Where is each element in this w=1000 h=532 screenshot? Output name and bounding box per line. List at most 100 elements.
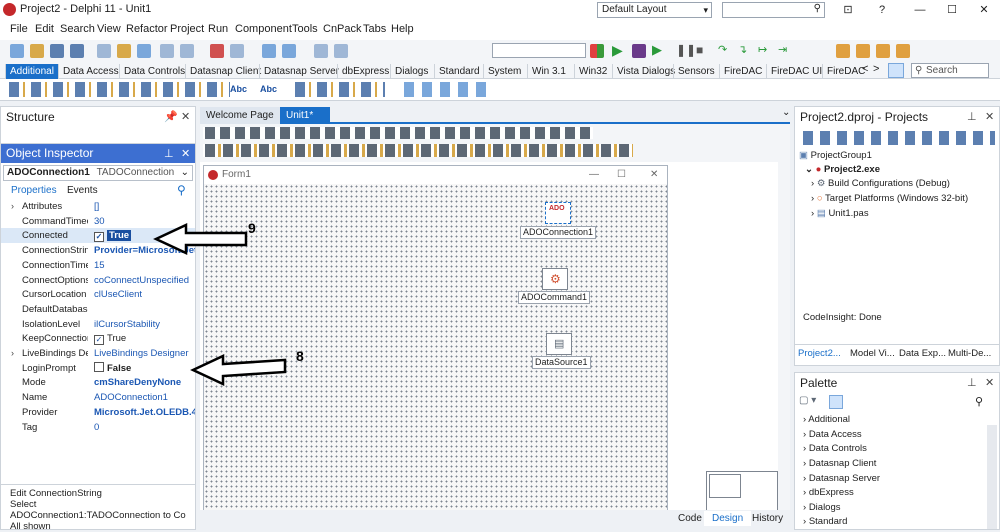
layout-dropdown[interactable]: Default Layout ▾ bbox=[597, 2, 712, 18]
tab-welcome-page[interactable]: Welcome Page bbox=[200, 107, 280, 124]
menu-file[interactable]: File bbox=[10, 23, 28, 35]
tab-design[interactable]: Design bbox=[704, 511, 752, 526]
tab-model-view[interactable]: Model Vi... bbox=[850, 348, 895, 359]
layout-toggle-icon[interactable]: ⊡ bbox=[836, 1, 860, 19]
tab-datasnap-client[interactable]: Datasnap Client bbox=[185, 64, 265, 79]
menu-project[interactable]: Project bbox=[170, 23, 204, 35]
property-row-provider[interactable]: Provider Microsoft.Jet.OLEDB.4.0 bbox=[1, 405, 195, 420]
palette-menu-icon[interactable]: ▢ ▾ bbox=[799, 395, 829, 409]
tab-projects[interactable]: Project2... bbox=[798, 348, 841, 359]
designer-tools[interactable] bbox=[203, 144, 633, 157]
close-icon[interactable]: ✕ bbox=[181, 145, 190, 164]
size-icon[interactable] bbox=[856, 44, 870, 58]
pointer-tool-icon[interactable] bbox=[829, 395, 843, 409]
close-icon[interactable]: ✕ bbox=[985, 376, 994, 389]
checkbox-unchecked-icon[interactable] bbox=[94, 361, 104, 372]
tab-firedac[interactable]: FireDAC bbox=[719, 64, 766, 79]
tab-data-access[interactable]: Data Access bbox=[58, 64, 123, 79]
view-form-icon[interactable] bbox=[282, 44, 296, 58]
new-form-icon[interactable] bbox=[97, 44, 111, 58]
palette-item-data-controls[interactable]: › Data Controls bbox=[803, 442, 867, 456]
more-component-icons[interactable] bbox=[400, 82, 490, 97]
tab-dbexpress[interactable]: dbExpress bbox=[337, 64, 393, 79]
tab-multi-device[interactable]: Multi-De... bbox=[948, 348, 991, 359]
tab-order-icon[interactable] bbox=[896, 44, 910, 58]
new-icon[interactable] bbox=[10, 44, 24, 58]
run-to-cursor-icon[interactable]: ↦ bbox=[758, 43, 767, 56]
title-search-input[interactable]: ⚲ bbox=[722, 2, 825, 18]
menu-run[interactable]: Run bbox=[208, 23, 228, 35]
help-icon[interactable]: ? bbox=[870, 1, 894, 19]
step-over-icon[interactable]: ↷ bbox=[718, 43, 727, 56]
tab-datasnap-server[interactable]: Datasnap Server bbox=[259, 64, 343, 79]
menu-view[interactable]: View bbox=[97, 23, 121, 35]
projects-toolbar[interactable] bbox=[800, 131, 995, 145]
chevron-left-icon[interactable]: < bbox=[862, 63, 868, 75]
label-component-icon[interactable]: Abc bbox=[230, 82, 260, 97]
save-project-icon[interactable] bbox=[137, 44, 151, 58]
chevron-down-icon[interactable]: ⌄ bbox=[782, 107, 790, 118]
minimize-button[interactable]: — bbox=[908, 1, 932, 19]
property-value[interactable]: Microsoft.Jet.OLEDB.4.0 bbox=[94, 405, 195, 420]
adoconnection1-component[interactable]: ADO bbox=[545, 202, 571, 224]
search-icon[interactable]: ⚲ bbox=[177, 183, 186, 197]
datasource1-label[interactable]: DataSource1 bbox=[532, 356, 591, 369]
close-icon[interactable]: ✕ bbox=[985, 110, 994, 123]
palette-item-standard[interactable]: › Standard bbox=[803, 515, 847, 529]
step-out-icon[interactable]: ⇥ bbox=[778, 43, 787, 56]
vertical-scrollbar[interactable] bbox=[778, 162, 790, 510]
palette-item-data-access[interactable]: › Data Access bbox=[803, 428, 862, 442]
palette-search-input[interactable]: Search bbox=[911, 63, 989, 78]
trace-icon[interactable] bbox=[334, 44, 348, 58]
search-icon[interactable]: ⚲ bbox=[975, 395, 983, 408]
tab-history[interactable]: History bbox=[752, 513, 783, 524]
undo-icon[interactable] bbox=[210, 44, 224, 58]
close-button[interactable]: ✕ bbox=[972, 1, 996, 19]
run-without-debug-icon[interactable] bbox=[632, 44, 646, 58]
tab-code[interactable]: Code bbox=[678, 513, 702, 524]
palette-scrollbar[interactable] bbox=[987, 425, 997, 529]
property-value[interactable]: [] bbox=[94, 199, 195, 214]
open-icon[interactable] bbox=[30, 44, 44, 58]
menu-help[interactable]: Help bbox=[391, 23, 414, 35]
scale-icon[interactable] bbox=[876, 44, 890, 58]
pause-icon[interactable]: ❚❚ bbox=[676, 43, 696, 57]
menu-edit[interactable]: Edit bbox=[35, 23, 54, 35]
tree-target-platforms[interactable]: › ○ Target Platforms (Windows 32-bit) bbox=[811, 192, 968, 206]
menu-refactor[interactable]: Refactor bbox=[126, 23, 168, 35]
alignment-tools[interactable] bbox=[203, 127, 593, 139]
run-icon[interactable]: ▶ bbox=[612, 42, 623, 59]
add-file-icon[interactable] bbox=[160, 44, 174, 58]
datasource1-component[interactable]: ▤ bbox=[546, 333, 572, 355]
menu-cnpack[interactable]: CnPack bbox=[323, 23, 362, 35]
palette-item-dbexpress[interactable]: › dbExpress bbox=[803, 486, 854, 500]
chevron-right-icon[interactable]: > bbox=[873, 63, 879, 75]
pin-icon[interactable]: 📌 bbox=[164, 110, 178, 123]
align-icon[interactable] bbox=[836, 44, 850, 58]
tab-unit1[interactable]: Unit1* bbox=[280, 107, 330, 124]
save-all-icon[interactable] bbox=[70, 44, 84, 58]
palette-item-dialogs[interactable]: › Dialogs bbox=[803, 501, 841, 515]
menu-tools[interactable]: Tools bbox=[292, 23, 318, 35]
windows-platform-icon[interactable] bbox=[590, 44, 604, 58]
palette-item-additional[interactable]: › Additional bbox=[803, 413, 850, 427]
pointer-tool-icon[interactable] bbox=[888, 63, 904, 78]
tree-build-configurations[interactable]: › ⚙ Build Configurations (Debug) bbox=[811, 177, 950, 191]
maximize-button[interactable]: ☐ bbox=[940, 1, 964, 19]
adoconnection1-label[interactable]: ADOConnection1 bbox=[520, 226, 597, 239]
adocommand1-label[interactable]: ADOCommand1 bbox=[518, 291, 591, 304]
tab-vista-dialogs[interactable]: Vista Dialogs bbox=[612, 64, 679, 79]
palette-item-datasnap-client[interactable]: › Datasnap Client bbox=[803, 457, 876, 471]
tab-data-explorer[interactable]: Data Exp... bbox=[899, 348, 946, 359]
tab-additional[interactable]: Additional bbox=[5, 64, 58, 79]
component-selector[interactable]: ADOConnection1 TADOConnection ⌄ bbox=[3, 165, 193, 181]
property-value[interactable]: ADOConnection1 bbox=[94, 390, 195, 405]
save-icon[interactable] bbox=[50, 44, 64, 58]
property-row-tag[interactable]: Tag 0 bbox=[1, 420, 195, 435]
tab-events[interactable]: Events bbox=[67, 185, 98, 196]
adocommand1-component[interactable]: ⚙ bbox=[542, 268, 568, 290]
tab-system[interactable]: System bbox=[483, 64, 525, 79]
property-value[interactable]: 0 bbox=[94, 420, 195, 435]
toggle-form-icon[interactable] bbox=[230, 44, 244, 58]
view-unit-icon[interactable] bbox=[262, 44, 276, 58]
